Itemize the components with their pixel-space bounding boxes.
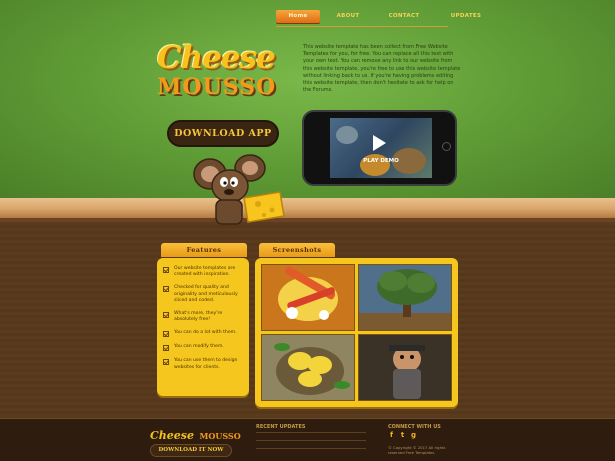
intro-text: This website template has been collect f… [303,44,461,94]
mouse-mascot [193,154,285,225]
feature-text: You can use them to design websites for … [174,358,238,370]
screenshot-art [278,266,338,321]
screenshot-thumbnail[interactable] [358,264,452,331]
main-nav: Home ABOUT CONTACT UPDATES [276,10,494,23]
checkbox-icon [163,286,169,293]
feature-item: Checked for quality and originality and … [163,285,243,304]
connect-title: CONNECT WITH US [388,424,441,430]
recent-update-item[interactable] [256,448,366,449]
feature-text: You can do a lot with them. [174,330,237,336]
demo-art [336,126,358,144]
checkbox-icon [163,267,169,273]
recent-update-item[interactable] [256,440,366,441]
feature-item: You can do a lot with them. [163,330,243,338]
footer-logo-cheese: Cheese [150,429,194,442]
screenshot-thumbnail[interactable] [261,334,355,401]
footer-logo[interactable]: Cheese MOUSSO [150,424,241,443]
feature-item: Our website templates are created with i… [163,266,243,278]
facebook-icon[interactable]: f [388,432,395,439]
recent-update-item[interactable] [256,432,366,433]
screenshot-art [359,269,451,330]
feature-text: Checked for quality and originality and … [174,285,238,303]
screenshot-art [274,343,350,395]
feature-text: What's more, they're absolutely free! [174,311,223,323]
logo-mousso-text: MOUSSO [157,74,277,100]
twitter-icon[interactable]: t [399,432,406,439]
nav-home[interactable]: Home [276,10,320,23]
screenshots-tab: Screenshots [259,243,335,257]
logo-cheese-text: Cheese [157,40,276,76]
feature-text: You can modify them. [174,344,224,350]
demo-screen[interactable]: PLAY DEMO [330,118,432,178]
features-panel: Our website templates are created with i… [157,258,249,396]
play-demo-label: PLAY DEMO [363,158,399,164]
feature-item: You can modify them. [163,344,243,352]
googleplus-icon[interactable]: g [410,432,417,439]
download-it-now-button[interactable]: DOWNLOAD IT NOW [150,444,232,457]
screenshot-thumbnail[interactable] [358,334,452,401]
screenshot-art [389,345,425,399]
checkbox-icon [163,312,169,319]
checkbox-icon [163,331,169,338]
nav-about[interactable]: ABOUT [326,10,370,23]
phone-demo[interactable]: PLAY DEMO [302,110,457,186]
copyright-text: © Copyright © 2017 All rights reserved F… [388,445,446,455]
footer-logo-mousso: MOUSSO [199,431,241,441]
feature-text: Our website templates are created with i… [174,266,236,278]
play-icon[interactable] [373,135,386,151]
feature-item: What's more, they're absolutely free! [163,311,243,323]
nav-divider [276,26,448,27]
site-logo[interactable]: Cheese MOUSSO [157,40,297,100]
feature-item: You can use them to design websites for … [163,358,243,370]
screenshot-thumbnail[interactable] [261,264,355,331]
phone-home-button [442,142,451,151]
screenshots-panel [255,258,458,407]
nav-updates[interactable]: UPDATES [438,10,494,23]
download-app-button[interactable]: DOWNLOAD APP [167,120,279,147]
nav-contact[interactable]: CONTACT [376,10,432,23]
checkbox-icon [163,345,169,352]
fence-divider [0,198,615,222]
recent-updates-title: RECENT UPDATES [256,424,306,430]
checkbox-icon [163,359,169,366]
features-tab: Features [161,243,247,257]
